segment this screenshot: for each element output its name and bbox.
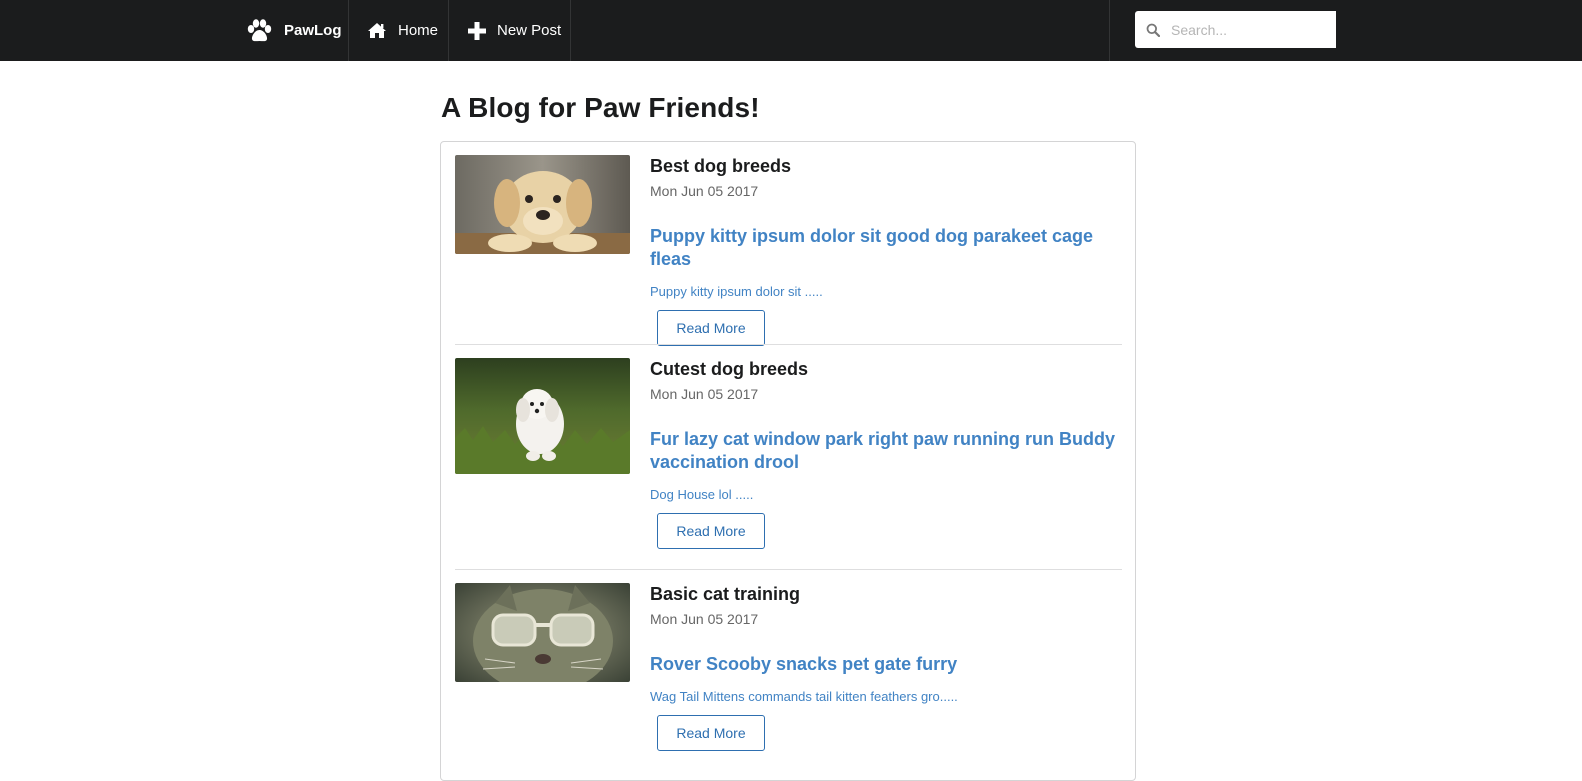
post-headline-link[interactable]: Puppy kitty ipsum dolor sit good dog par… bbox=[650, 225, 1120, 271]
post-title: Cutest dog breeds bbox=[650, 359, 809, 379]
search-box bbox=[1135, 11, 1336, 48]
post-date: Mon Jun 05 2017 bbox=[650, 611, 759, 627]
post-snippet: Wag Tail Mittens commands tail kitten fe… bbox=[650, 689, 958, 704]
brand-name: PawLog bbox=[284, 22, 342, 39]
post-headline-link[interactable]: Fur lazy cat window park right paw runni… bbox=[650, 428, 1120, 474]
post-content: Cutest dog breeds Mon Jun 05 2017 Fur la… bbox=[650, 358, 1120, 549]
plus-icon bbox=[468, 21, 486, 40]
home-icon bbox=[367, 22, 387, 39]
search-icon bbox=[1135, 23, 1171, 37]
nav-divider bbox=[1109, 0, 1110, 61]
read-more-button[interactable]: Read More bbox=[657, 513, 765, 549]
post-content: Basic cat training Mon Jun 05 2017 Rover… bbox=[650, 583, 1120, 751]
nav-new-post-label: New Post bbox=[497, 22, 562, 39]
brand-link[interactable]: PawLog bbox=[230, 0, 349, 61]
search-input[interactable] bbox=[1171, 14, 1331, 45]
post-snippet: Dog House lol ..... bbox=[650, 487, 754, 502]
post-thumbnail[interactable] bbox=[455, 155, 630, 254]
post-content: Best dog breeds Mon Jun 05 2017 Puppy ki… bbox=[650, 155, 1120, 346]
nav-home[interactable]: Home bbox=[349, 0, 449, 61]
post-divider bbox=[455, 569, 1122, 570]
read-more-button[interactable]: Read More bbox=[657, 715, 765, 751]
post-date: Mon Jun 05 2017 bbox=[650, 386, 759, 402]
nav-new-post[interactable]: New Post bbox=[449, 0, 571, 61]
read-more-button[interactable]: Read More bbox=[657, 310, 765, 346]
post-date: Mon Jun 05 2017 bbox=[650, 183, 759, 199]
post-title: Basic cat training bbox=[650, 584, 801, 604]
paw-icon bbox=[246, 18, 273, 43]
nav-home-label: Home bbox=[398, 22, 439, 39]
page-title: A Blog for Paw Friends! bbox=[441, 92, 760, 123]
post-headline-link[interactable]: Rover Scooby snacks pet gate furry bbox=[650, 653, 1120, 676]
post-title: Best dog breeds bbox=[650, 156, 792, 176]
post-list: Best dog breeds Mon Jun 05 2017 Puppy ki… bbox=[440, 141, 1136, 781]
post-snippet: Puppy kitty ipsum dolor sit ..... bbox=[650, 284, 823, 299]
post-thumbnail[interactable] bbox=[455, 358, 630, 474]
post-thumbnail[interactable] bbox=[455, 583, 630, 682]
top-navbar: PawLog Home New Post bbox=[0, 0, 1582, 61]
post-divider bbox=[455, 344, 1122, 345]
